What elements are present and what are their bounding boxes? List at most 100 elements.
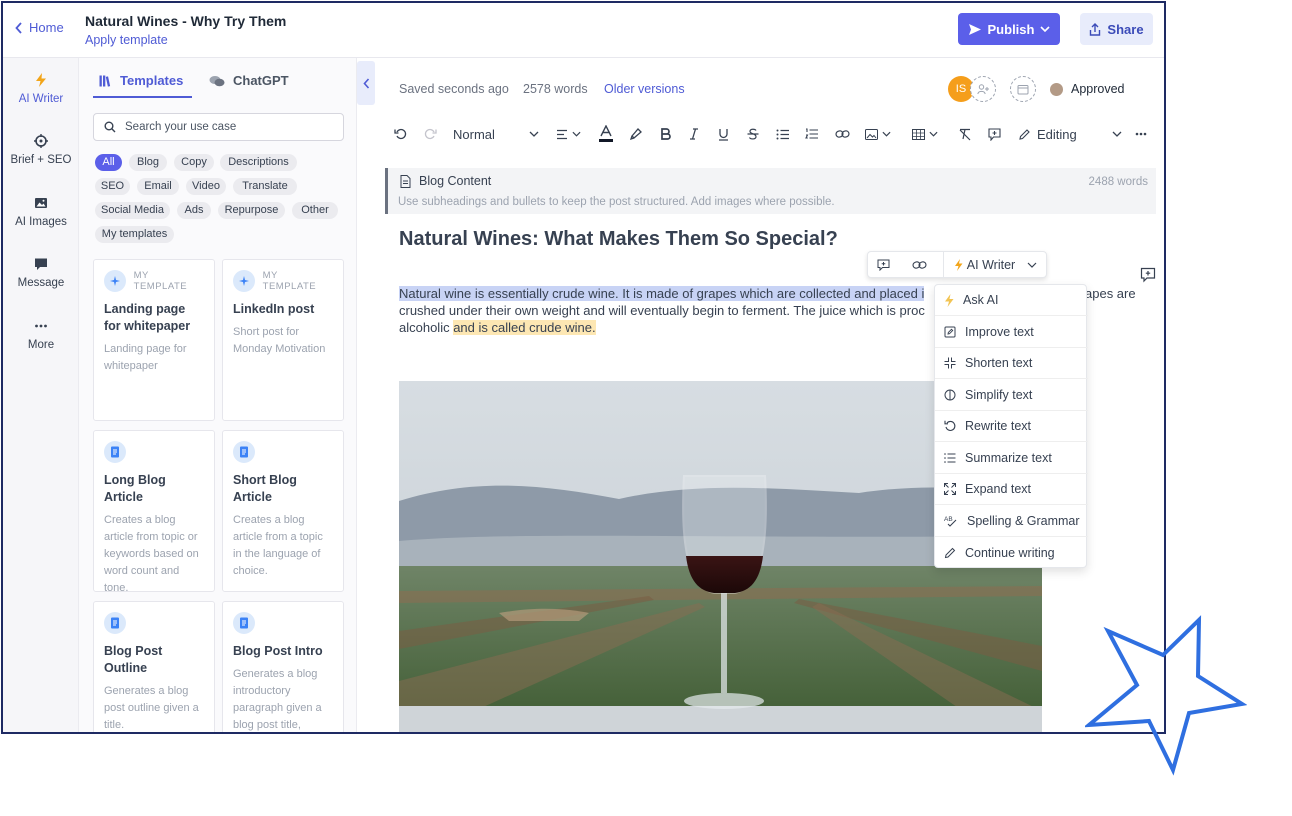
publish-button[interactable]: Publish bbox=[958, 13, 1060, 45]
numbered-list-icon bbox=[805, 128, 818, 139]
share-button[interactable]: Share bbox=[1080, 13, 1153, 45]
menu-item-summarize-text[interactable]: Summarize text bbox=[935, 443, 1088, 474]
rail-label: AI Writer bbox=[18, 93, 64, 105]
collapse-panel-button[interactable] bbox=[357, 61, 375, 105]
rail-label: Brief + SEO bbox=[10, 154, 72, 166]
rewrite-icon bbox=[944, 420, 956, 431]
search-input[interactable] bbox=[125, 121, 335, 133]
chip-my-templates[interactable]: My templates bbox=[95, 226, 174, 243]
underline-button[interactable] bbox=[713, 121, 733, 147]
card-title: LinkedIn post bbox=[233, 302, 315, 316]
menu-item-label: Shorten text bbox=[965, 356, 1033, 370]
chat-bubble-icon bbox=[35, 258, 47, 270]
rail-item-more[interactable]: More bbox=[3, 319, 79, 351]
chip-descriptions[interactable]: Descriptions bbox=[220, 154, 297, 171]
menu-item-rewrite-text[interactable]: Rewrite text bbox=[935, 411, 1088, 442]
insert-image-dropdown[interactable] bbox=[861, 121, 895, 147]
spellcheck-icon: AB bbox=[944, 516, 957, 527]
status-dot bbox=[1050, 83, 1063, 96]
pencil-icon bbox=[944, 547, 956, 558]
chip-seo[interactable]: SEO bbox=[95, 178, 130, 195]
italic-button[interactable] bbox=[684, 121, 704, 147]
menu-item-label: Continue writing bbox=[965, 545, 1055, 560]
sparkle-icon bbox=[104, 270, 126, 292]
link-icon bbox=[911, 260, 927, 269]
align-dropdown[interactable] bbox=[551, 121, 585, 147]
text-style-dropdown[interactable]: Normal bbox=[449, 121, 541, 147]
selection-comment-button[interactable] bbox=[868, 252, 898, 277]
comment-icon bbox=[1140, 267, 1156, 283]
older-versions-link[interactable]: Older versions bbox=[604, 82, 685, 96]
chip-translate[interactable]: Translate bbox=[233, 178, 297, 195]
article-heading[interactable]: Natural Wines: What Makes Them So Specia… bbox=[399, 228, 838, 251]
chevron-down-icon bbox=[1112, 131, 1122, 137]
chevron-down-icon bbox=[1040, 25, 1051, 32]
chip-ads[interactable]: Ads bbox=[177, 202, 211, 219]
approval-status[interactable]: Approved bbox=[1071, 82, 1125, 96]
home-link[interactable]: Home bbox=[15, 20, 64, 35]
bold-button[interactable] bbox=[655, 121, 675, 147]
template-card-blog-post-intro[interactable]: Blog Post Intro Generates a blog introdu… bbox=[222, 601, 344, 732]
share-label: Share bbox=[1107, 21, 1144, 37]
menu-item-improve-text[interactable]: Improve text bbox=[935, 317, 1088, 348]
selection-link-button[interactable] bbox=[904, 252, 934, 277]
chip-social-media[interactable]: Social Media bbox=[95, 202, 170, 219]
tab-templates[interactable]: Templates bbox=[99, 73, 183, 88]
clear-format-button[interactable] bbox=[955, 121, 975, 147]
chevron-down-icon bbox=[882, 131, 891, 137]
highlighted-text: and is called crude wine. bbox=[453, 320, 596, 335]
strikethrough-button[interactable] bbox=[743, 121, 763, 147]
card-badge: MY TEMPLATE bbox=[233, 270, 333, 292]
editing-mode-dropdown[interactable]: Editing bbox=[1016, 121, 1124, 147]
chip-blog[interactable]: Blog bbox=[129, 154, 167, 171]
menu-item-spelling-grammar[interactable]: AB Spelling & Grammar bbox=[935, 506, 1088, 537]
rail-item-message[interactable]: Message bbox=[3, 257, 79, 289]
bullet-list-button[interactable] bbox=[773, 121, 793, 147]
ai-writer-dropdown[interactable]: AI Writer bbox=[943, 252, 1047, 277]
text-color-button[interactable] bbox=[596, 121, 616, 147]
bold-icon bbox=[660, 128, 671, 140]
card-description: Short post for Monday Motivation bbox=[233, 326, 326, 355]
card-description: Landing page for whitepaper bbox=[104, 343, 187, 372]
menu-item-simplify-text[interactable]: Simplify text bbox=[935, 380, 1088, 411]
template-card-blog-post-outline[interactable]: Blog Post Outline Generates a blog post … bbox=[93, 601, 215, 732]
selection-toolbar: AI Writer bbox=[867, 251, 1047, 278]
template-card-long-blog-article[interactable]: Long Blog Article Creates a blog article… bbox=[93, 430, 215, 594]
chip-all[interactable]: All bbox=[95, 154, 122, 171]
table-dropdown[interactable] bbox=[908, 121, 942, 147]
menu-item-ask-ai[interactable]: Ask AI bbox=[935, 285, 1088, 316]
link-button[interactable] bbox=[832, 121, 852, 147]
chip-video[interactable]: Video bbox=[186, 178, 226, 195]
menu-item-expand-text[interactable]: Expand text bbox=[935, 474, 1088, 505]
card-badge-label: MY TEMPLATE bbox=[133, 270, 188, 292]
app-window: Home Natural Wines - Why Try Them Apply … bbox=[1, 1, 1166, 734]
numbered-list-button[interactable] bbox=[802, 121, 822, 147]
side-comment-button[interactable] bbox=[1140, 267, 1156, 288]
template-card-short-blog-article[interactable]: Short Blog Article Creates a blog articl… bbox=[222, 430, 344, 592]
rail-item-ai-images[interactable]: AI Images bbox=[3, 196, 79, 228]
rail-item-brief-seo[interactable]: Brief + SEO bbox=[3, 134, 79, 166]
chip-repurpose[interactable]: Repurpose bbox=[218, 202, 285, 219]
menu-item-continue-writing[interactable]: Continue writing bbox=[935, 537, 1088, 568]
tab-chatgpt[interactable]: ChatGPT bbox=[209, 73, 289, 88]
undo-button[interactable] bbox=[391, 121, 409, 147]
search-box[interactable] bbox=[93, 113, 344, 141]
chip-email[interactable]: Email bbox=[137, 178, 179, 195]
chip-copy[interactable]: Copy bbox=[174, 154, 214, 171]
menu-item-shorten-text[interactable]: Shorten text bbox=[935, 348, 1088, 379]
highlight-button[interactable] bbox=[626, 121, 646, 147]
rail-item-ai-writer[interactable]: AI Writer bbox=[3, 73, 79, 105]
lightning-icon bbox=[36, 73, 46, 87]
redo-button[interactable] bbox=[421, 121, 439, 147]
assign-button[interactable] bbox=[1010, 76, 1036, 102]
more-options-button[interactable] bbox=[1131, 121, 1151, 147]
add-comment-button[interactable] bbox=[984, 121, 1004, 147]
template-card-landing-page[interactable]: MY TEMPLATE Landing page for whitepaper … bbox=[93, 259, 215, 421]
chevron-down-icon bbox=[1027, 262, 1037, 268]
template-card-linkedin-post[interactable]: MY TEMPLATE LinkedIn post Short post for… bbox=[222, 259, 344, 421]
menu-item-label: Spelling & Grammar bbox=[967, 513, 1080, 528]
apply-template-link[interactable]: Apply template bbox=[85, 33, 168, 47]
chip-other[interactable]: Other bbox=[292, 202, 338, 219]
add-collaborator-button[interactable] bbox=[970, 76, 996, 102]
document-icon bbox=[104, 441, 126, 463]
